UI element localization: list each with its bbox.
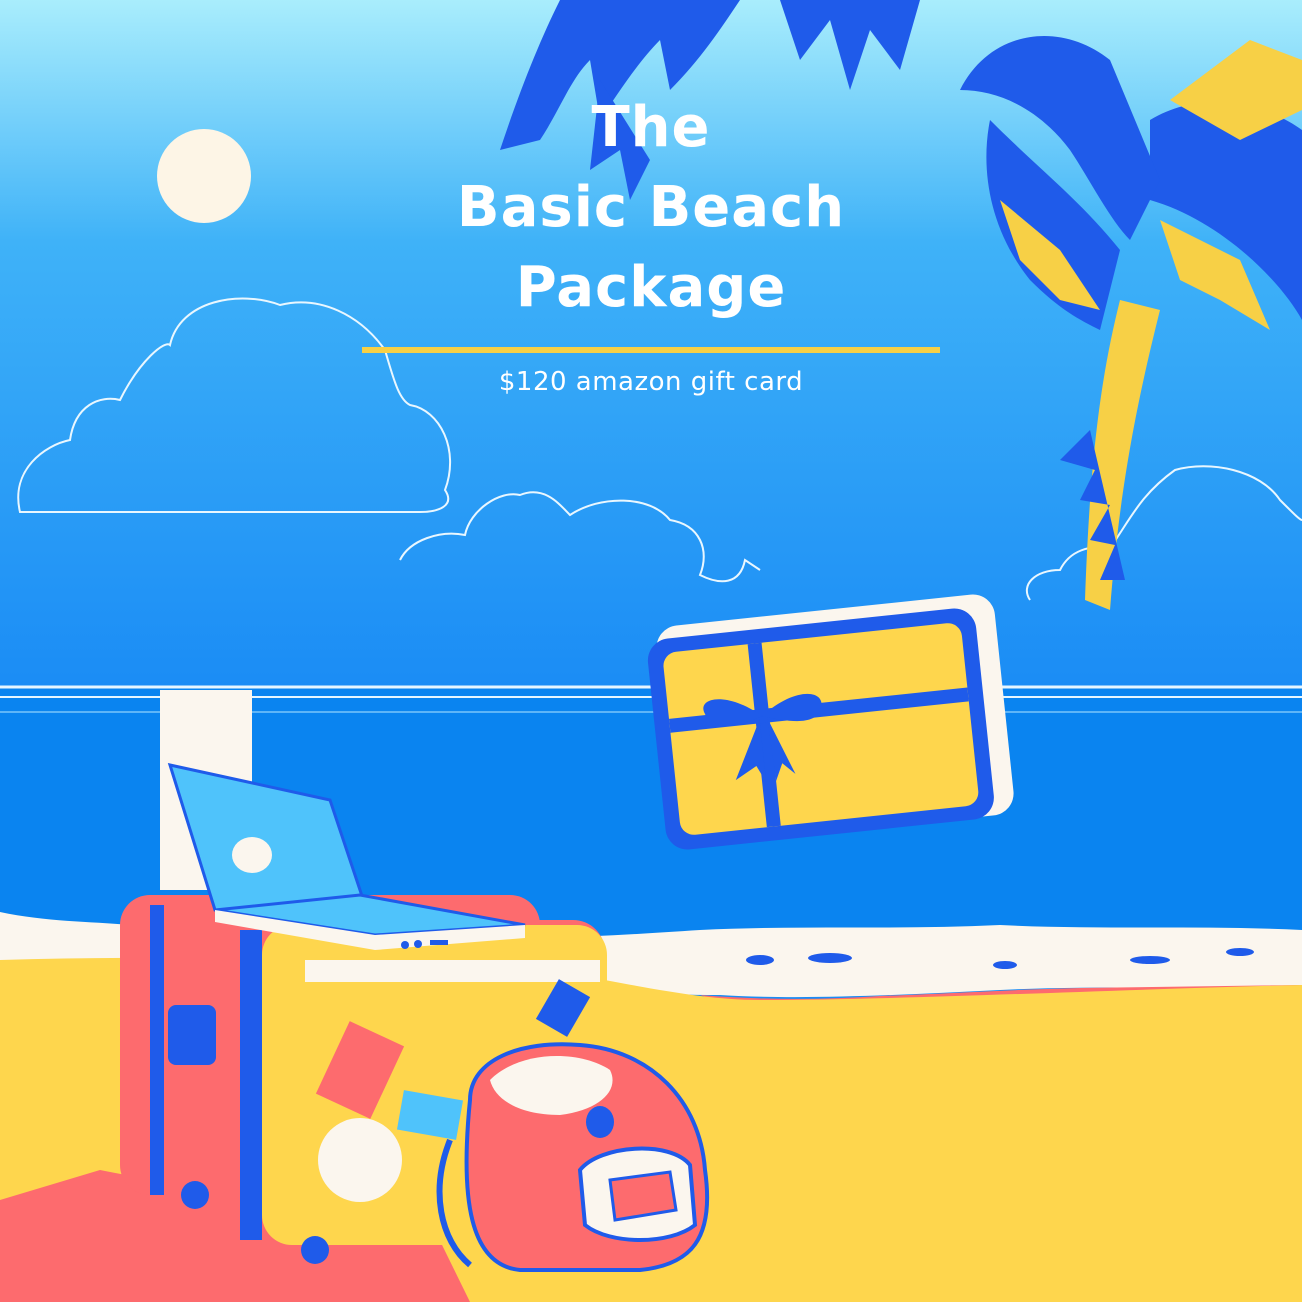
title-line-2: Basic Beach (456, 175, 846, 240)
title-line-3: Package (515, 255, 787, 320)
beach-package-card: The Basic Beach Package $120 amazon gift… (0, 0, 1302, 1302)
package-subtitle: $120 amazon gift card (498, 367, 804, 397)
title-line-1: The (591, 95, 711, 160)
gift-card-icon (647, 594, 1014, 850)
package-title: The Basic Beach Package (0, 88, 1302, 328)
title-divider (362, 347, 940, 353)
